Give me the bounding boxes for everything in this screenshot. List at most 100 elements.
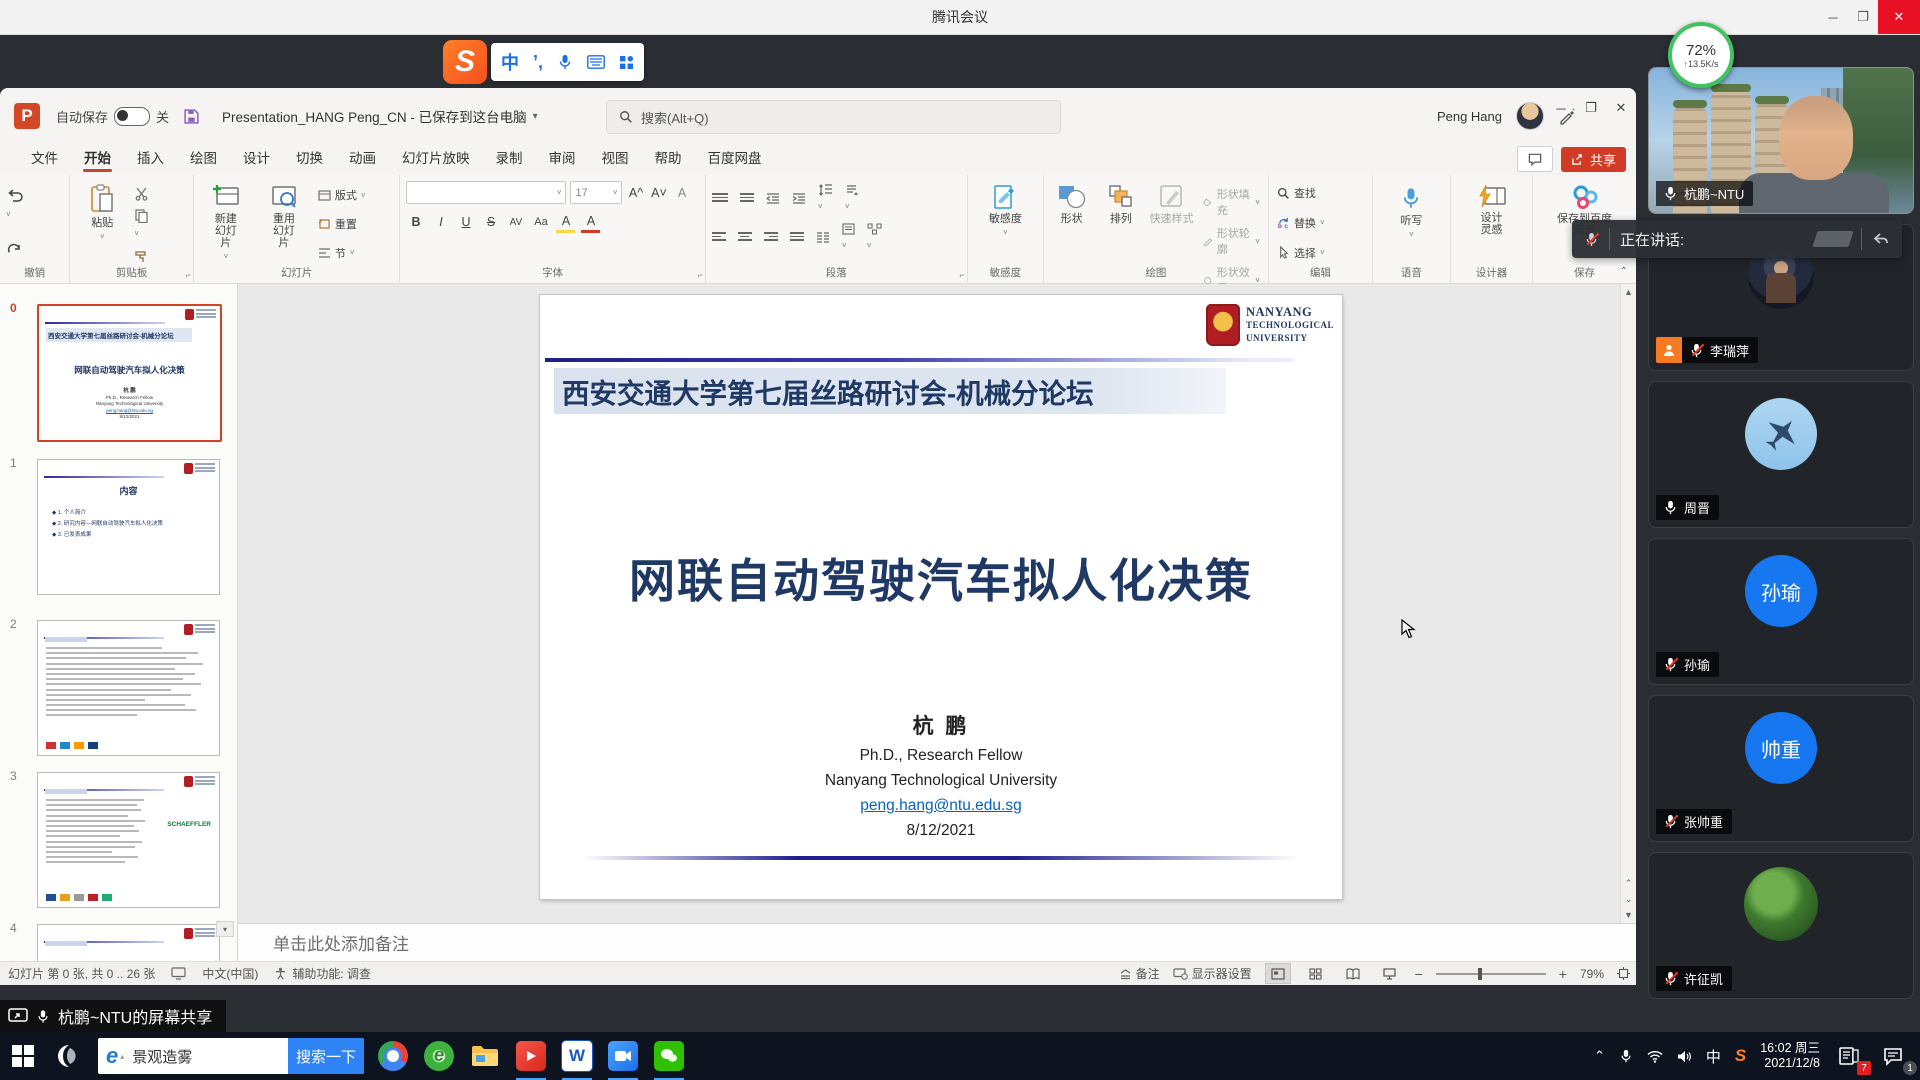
- zoom-slider[interactable]: [1436, 973, 1546, 975]
- font-color-button[interactable]: A: [581, 211, 600, 233]
- tab-help[interactable]: 帮助: [642, 147, 695, 175]
- account-avatar[interactable]: [1516, 102, 1544, 130]
- arrange-button[interactable]: 排列: [1099, 181, 1142, 265]
- wechat-taskbar-icon[interactable]: [646, 1032, 692, 1080]
- reply-arrow-icon[interactable]: [1872, 231, 1890, 247]
- strikethrough-button[interactable]: S: [481, 213, 500, 232]
- cut-icon[interactable]: [134, 186, 149, 201]
- network-icon[interactable]: [1647, 1050, 1663, 1063]
- select-button[interactable]: 选择˅: [1275, 244, 1366, 262]
- title-dropdown-icon[interactable]: ▾: [533, 111, 538, 122]
- slide-thumbnail-4[interactable]: [37, 924, 220, 963]
- scroll-down-icon[interactable]: ▼: [1621, 907, 1636, 923]
- word-taskbar-icon[interactable]: W: [554, 1032, 600, 1080]
- taskbar-clock[interactable]: 16:02 周三 2021/12/8: [1760, 1041, 1820, 1071]
- language-status[interactable]: 中文(中国): [202, 965, 258, 982]
- smartart-convert-icon[interactable]: ˅: [867, 223, 882, 253]
- font-size-combo[interactable]: 17˅: [570, 181, 622, 204]
- normal-view-button[interactable]: [1265, 963, 1291, 984]
- tab-transitions[interactable]: 切换: [283, 147, 336, 175]
- soft-keyboard-icon[interactable]: [587, 55, 605, 69]
- slide-thumbnail-3[interactable]: SCHAEFFLER: [37, 772, 220, 908]
- layout-button[interactable]: 版式˅: [316, 186, 368, 204]
- tab-file[interactable]: 文件: [18, 147, 71, 175]
- tray-mic-icon[interactable]: [1619, 1049, 1633, 1063]
- network-status-widget[interactable]: 72% ↑13.5K/s: [1668, 22, 1734, 88]
- file-explorer-taskbar-icon[interactable]: [462, 1032, 508, 1080]
- documents-tray-icon[interactable]: 7: [1834, 1041, 1864, 1071]
- author-block[interactable]: 杭 鹏 Ph.D., Research Fellow Nanyang Techn…: [540, 710, 1342, 840]
- zoom-level[interactable]: 79%: [1580, 967, 1604, 981]
- section-button[interactable]: 节˅: [316, 244, 368, 262]
- paste-button[interactable]: 粘贴˅: [76, 181, 128, 265]
- grow-font-button[interactable]: A^: [626, 183, 645, 202]
- participant-tile-xuzhengkai[interactable]: 许征凯: [1648, 852, 1914, 999]
- align-right-icon[interactable]: [764, 232, 778, 244]
- redo-icon[interactable]: [6, 243, 24, 259]
- shape-outline-button[interactable]: 形状轮廓˅: [1201, 224, 1262, 258]
- autosave-toggle[interactable]: [114, 107, 150, 126]
- mic-muted-icon[interactable]: [1584, 232, 1599, 247]
- numbering-icon[interactable]: [740, 193, 754, 205]
- fit-to-window-icon[interactable]: [1617, 967, 1630, 980]
- copy-icon[interactable]: ˅: [134, 208, 149, 241]
- display-settings-button[interactable]: 显示器设置: [1173, 965, 1252, 982]
- autosave-control[interactable]: 自动保存 关: [56, 107, 169, 126]
- tab-draw[interactable]: 绘图: [177, 147, 230, 175]
- tab-animations[interactable]: 动画: [336, 147, 389, 175]
- minimize-icon[interactable]: ─: [1818, 0, 1848, 34]
- tab-home[interactable]: 开始: [71, 147, 124, 175]
- format-painter-icon[interactable]: [134, 249, 149, 264]
- shrink-font-button[interactable]: A˅: [649, 183, 668, 202]
- tab-record[interactable]: 录制: [483, 147, 536, 175]
- ppt-close-icon[interactable]: ✕: [1606, 88, 1636, 128]
- ime-chinese-mode-icon[interactable]: 中: [501, 49, 519, 75]
- toolbox-icon[interactable]: [619, 55, 634, 70]
- participant-tile-hangpeng[interactable]: 杭鹏~NTU: [1648, 67, 1914, 214]
- sensitivity-button[interactable]: 敏感度˅: [979, 181, 1031, 265]
- vertical-scrollbar[interactable]: ▲ ⌃ ⌄ ▼: [1620, 284, 1636, 923]
- decrease-indent-icon[interactable]: [766, 193, 780, 205]
- dictate-button[interactable]: 听写˅: [1385, 181, 1437, 265]
- ime-indicator[interactable]: 中: [1706, 1046, 1721, 1067]
- punctuation-icon[interactable]: ’,: [533, 52, 543, 73]
- notes-pane[interactable]: 单击此处添加备注: [238, 923, 1636, 961]
- close-icon[interactable]: ✕: [1878, 0, 1920, 34]
- ppt-search-box[interactable]: 搜索(Alt+Q): [606, 100, 1061, 134]
- quick-styles-button[interactable]: 快速样式: [1149, 181, 1195, 265]
- design-ideas-button[interactable]: 设计灵感: [1466, 181, 1518, 265]
- slide-thumbnail-1[interactable]: 内容 ◆ 1. 个人简介 ◆ 2. 研究内容—网联自动驾驶汽车拟人化决策 ◆ 3…: [37, 459, 220, 595]
- document-title[interactable]: Presentation_HANG Peng_CN - 已保存到这台电脑: [222, 106, 527, 126]
- zoom-in-icon[interactable]: +: [1559, 966, 1567, 982]
- clear-formatting-button[interactable]: A: [672, 183, 691, 202]
- participant-tile-zhoujin[interactable]: 周晋: [1648, 381, 1914, 528]
- reset-button[interactable]: 重置: [316, 215, 368, 233]
- comments-button[interactable]: [1517, 146, 1553, 172]
- line-spacing-icon[interactable]: ˅: [818, 184, 833, 214]
- change-case-button[interactable]: Aa: [531, 213, 550, 232]
- thumbnail-scroll-down-icon[interactable]: ▾: [216, 921, 234, 937]
- browser-360-taskbar-icon[interactable]: e: [416, 1032, 462, 1080]
- tab-design[interactable]: 设计: [230, 147, 283, 175]
- tab-review[interactable]: 审阅: [536, 147, 589, 175]
- slide-sorter-view-button[interactable]: [1304, 964, 1328, 983]
- search-go-button[interactable]: 搜索一下: [288, 1038, 364, 1074]
- ppt-maximize-icon[interactable]: ❐: [1576, 88, 1606, 128]
- conference-header[interactable]: 西安交通大学第七届丝路研讨会-机械分论坛: [554, 368, 1226, 414]
- bold-button[interactable]: B: [406, 213, 425, 232]
- highlight-color-button[interactable]: A: [556, 211, 575, 233]
- tab-baidu-netdisk[interactable]: 百度网盘: [695, 147, 775, 175]
- scroll-up-icon[interactable]: ▲: [1621, 284, 1636, 300]
- previous-slide-icon[interactable]: ⌃: [1621, 875, 1636, 891]
- notes-toggle[interactable]: 备注: [1119, 965, 1160, 982]
- collapse-ribbon-icon[interactable]: ⌃: [1620, 266, 1628, 277]
- media-player-taskbar-icon[interactable]: [508, 1032, 554, 1080]
- voice-input-icon[interactable]: [557, 54, 573, 70]
- columns-icon[interactable]: [816, 232, 830, 244]
- tray-expand-icon[interactable]: ⌃: [1594, 1048, 1605, 1064]
- tab-slideshow[interactable]: 幻灯片放映: [389, 147, 483, 175]
- tencent-meeting-taskbar-icon[interactable]: [46, 1032, 92, 1080]
- tab-insert[interactable]: 插入: [124, 147, 177, 175]
- justify-icon[interactable]: [790, 232, 804, 244]
- text-direction-icon[interactable]: ˅: [845, 184, 858, 214]
